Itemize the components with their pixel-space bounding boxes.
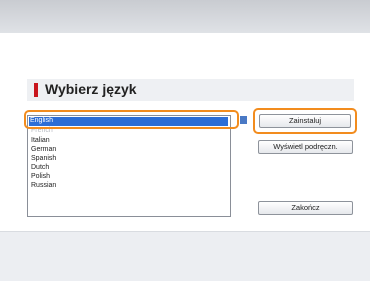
language-option-french[interactable]: French [30,127,53,135]
show-guide-button[interactable]: Wyświetl podręczn. [258,140,353,154]
language-listbox[interactable]: English French Italian German Spanish Du… [27,115,231,217]
listbox-scroll-indicator[interactable] [240,116,247,124]
language-option-russian[interactable]: Russian [30,182,56,190]
top-banner [0,0,370,33]
finish-button[interactable]: Zakończ [258,201,353,215]
language-option-english[interactable]: English [29,117,228,126]
title-marker [34,83,38,97]
install-button[interactable]: Zainstaluj [259,114,351,128]
language-option-dutch[interactable]: Dutch [30,164,49,172]
language-option-italian[interactable]: Italian [30,137,50,145]
language-option-polish[interactable]: Polish [30,173,50,181]
page-title: Wybierz język [45,81,137,97]
language-option-german[interactable]: German [30,146,56,154]
bottom-band [0,231,370,281]
language-option-spanish[interactable]: Spanish [30,155,56,163]
